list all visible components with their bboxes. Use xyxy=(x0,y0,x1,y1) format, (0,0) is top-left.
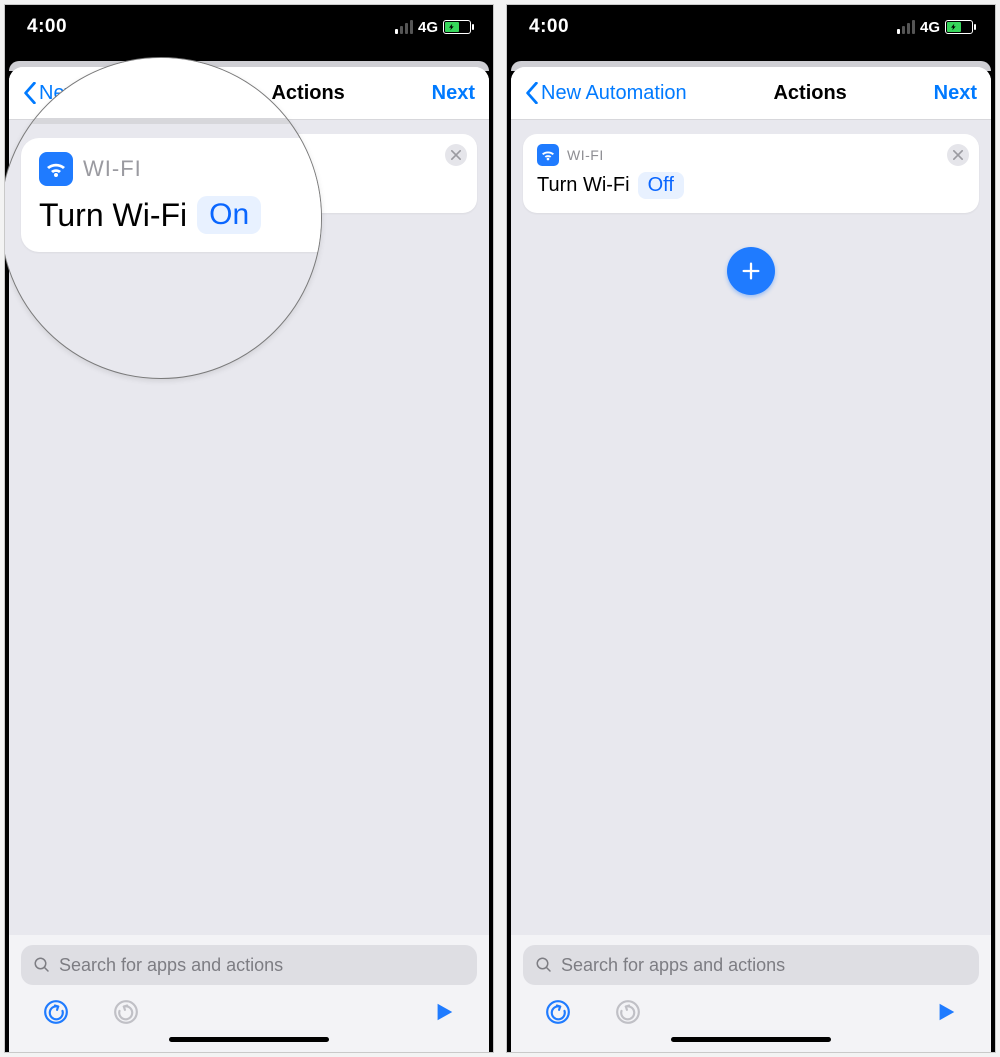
status-right: 4G xyxy=(897,19,973,36)
back-label: New Automation xyxy=(541,82,687,105)
close-icon xyxy=(953,150,963,160)
plus-icon xyxy=(740,260,762,282)
card-text: Turn Wi-Fi xyxy=(537,174,630,197)
search-icon xyxy=(535,956,553,974)
search-placeholder: Search for apps and actions xyxy=(59,955,283,976)
wifi-icon xyxy=(39,152,73,186)
play-button[interactable] xyxy=(935,1001,957,1023)
battery-icon xyxy=(443,20,471,34)
toolbar xyxy=(523,985,979,1031)
search-placeholder: Search for apps and actions xyxy=(561,955,785,976)
zoom-highlight: N ctions WI-FI Turn Wi-Fi On xyxy=(4,57,322,379)
wifi-icon xyxy=(537,144,559,166)
phone-left: 4:00 4G New Automation Actions Next xyxy=(4,4,494,1053)
network-label: 4G xyxy=(418,19,438,36)
status-time: 4:00 xyxy=(529,16,569,38)
status-time: 4:00 xyxy=(27,16,67,38)
redo-button xyxy=(615,999,641,1025)
back-button[interactable]: New Automation xyxy=(525,82,687,105)
undo-button[interactable] xyxy=(545,999,571,1025)
card-category: WI-FI xyxy=(567,147,604,163)
workspace: WI-FI Turn Wi-Fi Off xyxy=(511,120,991,935)
close-icon xyxy=(451,150,461,160)
toolbar xyxy=(21,985,477,1031)
signal-icon xyxy=(395,20,413,34)
next-button[interactable]: Next xyxy=(432,82,475,105)
zoom-category: WI-FI xyxy=(83,156,142,182)
home-indicator[interactable] xyxy=(169,1037,329,1042)
bottom-panel: Search for apps and actions xyxy=(9,935,489,1052)
zoom-state-toggle[interactable]: On xyxy=(197,196,261,234)
status-right: 4G xyxy=(395,19,471,36)
home-indicator[interactable] xyxy=(671,1037,831,1042)
page-title: Actions xyxy=(773,82,846,105)
search-icon xyxy=(33,956,51,974)
card-remove-button[interactable] xyxy=(445,144,467,166)
zoom-back-button[interactable]: N xyxy=(15,73,54,104)
state-toggle[interactable]: Off xyxy=(638,172,684,199)
action-card[interactable]: WI-FI Turn Wi-Fi Off xyxy=(523,134,979,213)
card-remove-button[interactable] xyxy=(947,144,969,166)
zoom-text: Turn Wi-Fi xyxy=(39,197,187,234)
zoom-action-card[interactable]: WI-FI Turn Wi-Fi On xyxy=(21,138,322,252)
signal-icon xyxy=(897,20,915,34)
undo-button[interactable] xyxy=(43,999,69,1025)
phone-right: 4:00 4G New Automation Actions Next xyxy=(506,4,996,1053)
next-button[interactable]: Next xyxy=(934,82,977,105)
search-input[interactable]: Search for apps and actions xyxy=(21,945,477,985)
search-input[interactable]: Search for apps and actions xyxy=(523,945,979,985)
bottom-panel: Search for apps and actions xyxy=(511,935,991,1052)
status-bar: 4:00 4G xyxy=(507,5,995,55)
add-action-button[interactable] xyxy=(727,247,775,295)
redo-button xyxy=(113,999,139,1025)
network-label: 4G xyxy=(920,19,940,36)
nav-bar: New Automation Actions Next xyxy=(511,67,991,119)
play-button[interactable] xyxy=(433,1001,455,1023)
battery-icon xyxy=(945,20,973,34)
status-bar: 4:00 4G xyxy=(5,5,493,55)
chevron-left-icon xyxy=(525,82,539,104)
